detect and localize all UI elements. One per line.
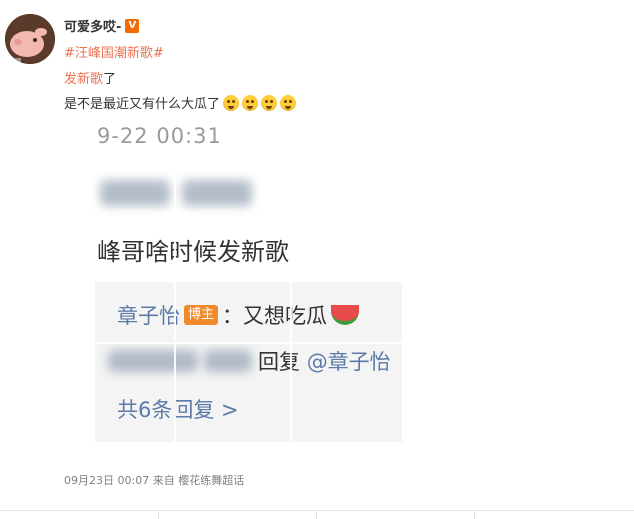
reply2-mention: @章子怡 — [306, 350, 391, 374]
action-separator — [158, 512, 159, 519]
laugh-cry-face-icon — [280, 94, 297, 111]
hashtag-link[interactable]: #汪峰国潮新歌# — [64, 42, 164, 61]
laugh-cry-face-icon — [261, 94, 278, 111]
watermelon-icon — [331, 305, 360, 325]
vip-badge-icon[interactable]: V — [125, 18, 140, 33]
author-name[interactable]: 可爱多哎- — [64, 16, 121, 35]
embedded-reply-count: 共6条回复 > — [117, 398, 239, 422]
source-link[interactable]: 樱花练舞超话 — [178, 474, 244, 487]
reply-author-name: 章子怡 — [117, 304, 180, 328]
source-prefix: 来自 — [152, 474, 175, 487]
image-seam-horizontal — [95, 278, 402, 280]
post-text-question: 是不是最近又有什么大瓜了 — [64, 97, 221, 112]
action-bar-divider — [0, 510, 634, 511]
crying-face-icon — [223, 94, 240, 111]
image-seam-horizontal — [95, 342, 402, 344]
action-separator — [316, 512, 317, 519]
post-image[interactable]: 9-22 00:31 峰哥啥时候发新歌 章子怡 博主 ：又想吃瓜 回复 @章子怡… — [64, 114, 402, 444]
post-text-suffix: 了 — [103, 72, 117, 87]
crying-face-icon — [242, 94, 259, 111]
redacted-name-blur — [182, 180, 252, 206]
post-footer: 09月23日 00:07 来自 樱花练舞超话 — [64, 472, 244, 488]
embedded-reply-row: 章子怡 博主 ：又想吃瓜 — [117, 300, 360, 330]
new-song-link[interactable]: 发新歌 — [64, 72, 103, 87]
reply-text: ：又想吃瓜 — [222, 304, 328, 328]
image-seam-vertical — [290, 164, 292, 444]
redacted-replier-blur-2 — [204, 350, 252, 372]
embedded-second-reply: 回复 @章子怡 — [258, 346, 391, 376]
embedded-comment-text: 峰哥啥时候发新歌 — [97, 238, 289, 266]
redacted-avatar-blur — [100, 180, 170, 206]
post-text-line-3: 是不是最近又有什么大瓜了 — [64, 93, 297, 112]
post-time[interactable]: 09月23日 00:07 — [64, 474, 149, 487]
author-row: 可爱多哎- V — [64, 16, 140, 35]
embedded-timestamp: 9-22 00:31 — [97, 124, 222, 148]
avatar-image — [5, 14, 55, 64]
image-seam-vertical — [174, 164, 176, 444]
avatar[interactable] — [5, 14, 55, 64]
reply2-prefix: 回复 — [258, 350, 300, 374]
redacted-replier-blur — [108, 350, 198, 372]
weibo-post: 可爱多哎- V #汪峰国潮新歌# 发新歌了 是不是最近又有什么大瓜了 9-22 … — [0, 0, 634, 519]
post-text-line-2: 发新歌了 — [64, 68, 116, 87]
blogger-badge: 博主 — [184, 305, 219, 325]
action-separator — [474, 512, 475, 519]
